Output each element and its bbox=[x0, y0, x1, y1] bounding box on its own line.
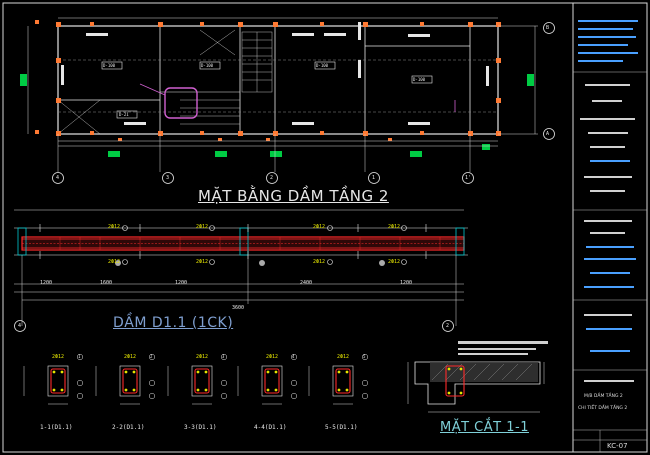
rebar-callout: 2Ф12 bbox=[196, 354, 209, 360]
grid-axis-b: B bbox=[546, 25, 550, 31]
beam-dimension: 1200 bbox=[40, 280, 53, 286]
grid-axis-a: A bbox=[546, 131, 550, 137]
beam-dimension: 1200 bbox=[175, 280, 188, 286]
rebar-callout: 2Ф12 bbox=[108, 224, 121, 230]
section-label: 2-2(D1.1) bbox=[112, 424, 145, 431]
section-label: 1-1(D1.1) bbox=[40, 424, 73, 431]
beam-dimension: 2400 bbox=[300, 280, 313, 286]
rebar-callout: 2Ф12 bbox=[313, 224, 326, 230]
sheet-number: KC-07 bbox=[607, 442, 628, 450]
plan-windows bbox=[20, 74, 534, 157]
rebar-callout: 2Ф12 bbox=[124, 354, 137, 360]
beam-axis-2: 2 bbox=[446, 323, 450, 329]
room-tag: D-100 bbox=[413, 77, 426, 82]
cut-mark: 1 bbox=[78, 354, 81, 359]
cut-mark: 4 bbox=[292, 354, 295, 359]
rebar-callout: 2Ф12 bbox=[337, 354, 350, 360]
cut-mark: 2 bbox=[150, 354, 153, 359]
rebar-callout: 2Ф12 bbox=[196, 259, 209, 265]
stair-symbol bbox=[180, 31, 273, 125]
grid-axis-2: 2 bbox=[270, 175, 274, 181]
grid-axis-3: 3 bbox=[166, 175, 170, 181]
room-tag: D-100 bbox=[201, 63, 214, 68]
title-block bbox=[573, 20, 647, 452]
rebar-callout: 2Ф12 bbox=[108, 259, 121, 265]
title-block-subtitle: CHI TIẾT DẦM TẦNG 2 bbox=[578, 406, 628, 411]
rebar-callout: 2Ф12 bbox=[266, 354, 279, 360]
plan-columns bbox=[35, 20, 501, 141]
beam-title: DẦM D1.1 (1CK) bbox=[113, 315, 234, 331]
cut-mark: 3 bbox=[222, 354, 225, 359]
floor-plan bbox=[20, 17, 555, 184]
rebar-callout: 2Ф12 bbox=[196, 224, 209, 230]
section-title: MẶT CẮT 1-1 bbox=[440, 420, 529, 435]
cross-sections bbox=[23, 353, 369, 405]
section-label: 3-3(D1.1) bbox=[184, 424, 217, 431]
beam-dimension-total: 3600 bbox=[232, 305, 245, 311]
rebar-callout: 2Ф12 bbox=[388, 224, 401, 230]
beam-dimension: 1200 bbox=[400, 280, 413, 286]
rebar-callout: 2Ф12 bbox=[388, 259, 401, 265]
grid-axis-1: 1 bbox=[372, 175, 376, 181]
beam-axis-4: 4 bbox=[18, 323, 22, 329]
section-1-1 bbox=[407, 341, 548, 413]
room-tag: D-21 bbox=[119, 112, 129, 117]
grid-axis-4: 4 bbox=[56, 175, 60, 181]
section-label: 4-4(D1.1) bbox=[254, 424, 287, 431]
highlight-box bbox=[164, 87, 198, 119]
rebar-callout: 2Ф12 bbox=[313, 259, 326, 265]
rebar-callout: 2Ф12 bbox=[52, 354, 65, 360]
beam-dimension: 1600 bbox=[100, 280, 113, 286]
cut-mark: 5 bbox=[363, 354, 366, 359]
grid-axis-1-prime: 1' bbox=[465, 175, 472, 181]
title-block-project: M/B DẦM TẦNG 2 bbox=[584, 394, 623, 399]
section-label: 5-5(D1.1) bbox=[325, 424, 358, 431]
room-tag: D-100 bbox=[316, 63, 329, 68]
plan-title: MẶT BẰNG DẦM TẦNG 2 bbox=[198, 187, 389, 205]
room-tag: D-100 bbox=[103, 63, 116, 68]
